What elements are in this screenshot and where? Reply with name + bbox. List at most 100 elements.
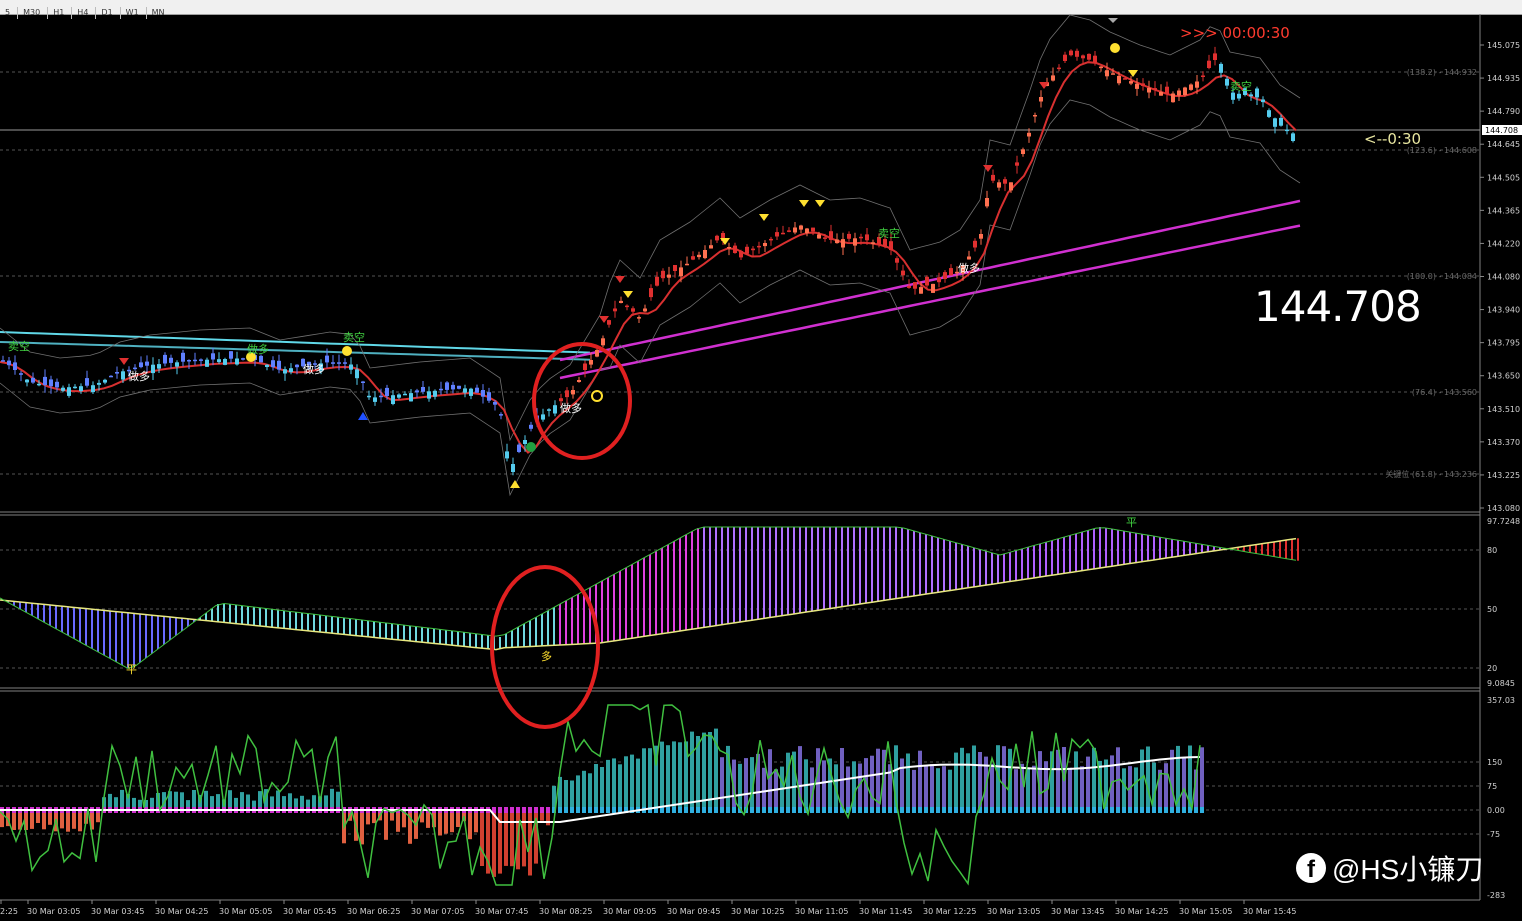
time-tick-label: 30 Mar 11:05 bbox=[795, 907, 848, 916]
hist-zero-marker bbox=[972, 807, 976, 813]
hist-zero-marker bbox=[1008, 807, 1012, 813]
price-tick-label: 144.645 bbox=[1487, 140, 1520, 149]
candle-body bbox=[361, 381, 365, 383]
hist-zero-marker bbox=[954, 807, 958, 813]
signal-label: 做多 bbox=[560, 401, 582, 415]
candle-body bbox=[1033, 115, 1037, 117]
hist-zero-marker bbox=[1146, 807, 1150, 813]
chart-area[interactable]: 卖空做多做多卖空做多卖空卖空做多做多 平多平 145.075144.935144… bbox=[0, 14, 1522, 921]
candle-body bbox=[343, 362, 347, 364]
hist-bar bbox=[738, 763, 742, 810]
candle-body bbox=[1165, 86, 1169, 94]
hist-bar bbox=[648, 748, 652, 810]
candle-body bbox=[73, 386, 77, 389]
candle-body bbox=[907, 286, 911, 288]
hist-tick-label: 357.03 bbox=[1487, 696, 1515, 705]
hist-tick-label: -283 bbox=[1487, 891, 1505, 900]
candle-body bbox=[523, 440, 527, 444]
candle-body bbox=[373, 397, 377, 402]
hist-bar bbox=[990, 763, 994, 810]
hist-zero-marker bbox=[1002, 807, 1006, 813]
candle-body bbox=[751, 248, 755, 251]
hist-bar bbox=[576, 775, 580, 810]
candle-body bbox=[79, 386, 83, 392]
candle-body bbox=[745, 246, 749, 254]
osc-label: 多 bbox=[541, 649, 552, 663]
candle-body bbox=[577, 380, 581, 382]
candle-body bbox=[709, 245, 713, 249]
magenta-ma-lower bbox=[559, 224, 1301, 380]
hist-bar bbox=[492, 810, 496, 877]
candle-body bbox=[367, 395, 371, 398]
candle-body bbox=[799, 225, 803, 230]
hist-zero-marker bbox=[1050, 807, 1054, 813]
hist-zero-marker bbox=[708, 807, 712, 813]
hist-bar bbox=[636, 758, 640, 810]
hist-zero-marker bbox=[1056, 807, 1060, 813]
hist-bar bbox=[786, 752, 790, 810]
candle-body bbox=[703, 250, 707, 259]
candle-body bbox=[475, 387, 479, 393]
hist-zero-marker bbox=[1176, 807, 1180, 813]
candle-body bbox=[1147, 88, 1151, 93]
hist-bar bbox=[600, 767, 604, 810]
candle-body bbox=[1207, 60, 1211, 68]
signal-label: 卖空 bbox=[1230, 79, 1252, 93]
hist-zero-marker bbox=[762, 807, 766, 813]
candle-body bbox=[727, 247, 731, 249]
candle-body bbox=[391, 395, 395, 404]
hist-zero-marker bbox=[1038, 807, 1042, 813]
hist-bar bbox=[606, 759, 610, 810]
hist-zero-marker bbox=[834, 807, 838, 813]
hist-zero-marker bbox=[1122, 807, 1126, 813]
signal-label: 做多 bbox=[303, 362, 325, 376]
candle-body bbox=[835, 239, 839, 244]
hist-zero-marker bbox=[822, 807, 826, 813]
hist-bar bbox=[702, 732, 706, 810]
down-arrow-icon bbox=[1128, 70, 1138, 77]
cyan-ma-lower bbox=[0, 341, 591, 361]
hist-zero-marker bbox=[570, 807, 574, 813]
time-tick-label: 30 Mar 15:05 bbox=[1179, 907, 1232, 916]
down-arrow-icon bbox=[623, 291, 633, 298]
candle-body bbox=[433, 390, 437, 397]
hist-bar bbox=[1146, 746, 1150, 810]
hist-zero-marker bbox=[606, 807, 610, 813]
hist-bar bbox=[1164, 763, 1168, 810]
hist-tick-label: -75 bbox=[1487, 830, 1500, 839]
hist-zero-marker bbox=[510, 807, 514, 813]
signal-label: 做多 bbox=[247, 342, 269, 356]
candle-body bbox=[265, 364, 269, 367]
candle-body bbox=[157, 364, 161, 369]
envelope-upper bbox=[0, 14, 1301, 442]
hist-zero-marker bbox=[1200, 807, 1204, 813]
time-tick-label: 30 Mar 14:25 bbox=[1115, 907, 1168, 916]
hist-zero-marker bbox=[816, 807, 820, 813]
hist-bar bbox=[936, 768, 940, 810]
hist-zero-marker bbox=[756, 807, 760, 813]
time-tick-label: 30 Mar 03:05 bbox=[27, 907, 80, 916]
hist-bar bbox=[396, 810, 400, 832]
hist-zero-marker bbox=[1152, 807, 1156, 813]
candle-body bbox=[1021, 149, 1025, 154]
hist-tick-label: 0.00 bbox=[1487, 806, 1505, 815]
candle-body bbox=[19, 373, 23, 375]
time-tick-label: 30 Mar 10:25 bbox=[731, 907, 784, 916]
candle-body bbox=[1057, 67, 1061, 70]
price-tick-label: 144.790 bbox=[1487, 107, 1520, 116]
hist-bar bbox=[762, 767, 766, 810]
hist-bar bbox=[1032, 765, 1036, 810]
hist-zero-marker bbox=[672, 807, 676, 813]
hist-zero-marker bbox=[1086, 807, 1090, 813]
candle-body bbox=[451, 384, 455, 390]
candle-body bbox=[97, 382, 101, 385]
hist-zero-marker bbox=[870, 807, 874, 813]
bar-countdown: >>> 00:00:30 bbox=[1180, 24, 1290, 42]
hist-zero-marker bbox=[1074, 807, 1078, 813]
hist-bar bbox=[570, 780, 574, 810]
time-tick-label: 30 Mar 11:45 bbox=[859, 907, 912, 916]
candle-body bbox=[181, 352, 185, 362]
candle-body bbox=[715, 235, 719, 241]
hist-zero-marker bbox=[924, 807, 928, 813]
candle-body bbox=[1075, 50, 1079, 57]
